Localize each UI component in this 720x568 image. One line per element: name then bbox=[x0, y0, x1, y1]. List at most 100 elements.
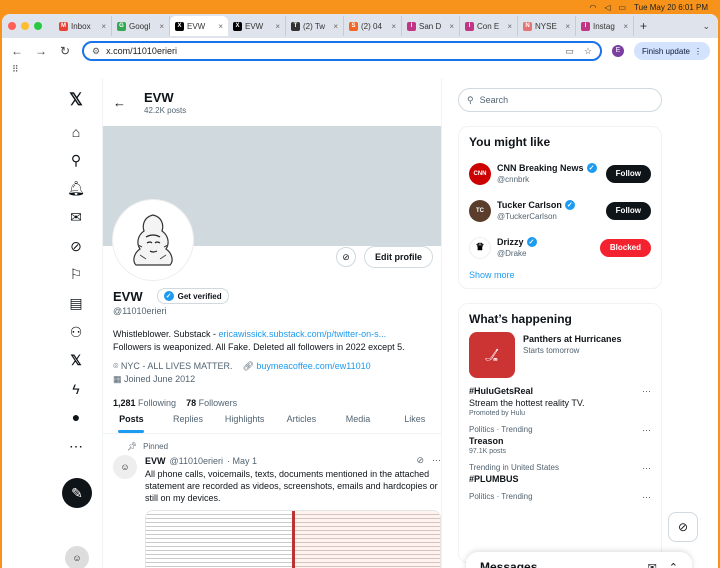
follow-button[interactable]: Follow bbox=[605, 201, 651, 220]
browser-tab[interactable]: X EVW × bbox=[228, 16, 286, 36]
account-avatar[interactable]: ☺ bbox=[65, 546, 89, 568]
volume-icon[interactable]: ◁ bbox=[604, 3, 610, 12]
tab-close-icon[interactable]: × bbox=[159, 22, 164, 31]
verified-orgs-lightning-icon[interactable]: ϟ bbox=[64, 377, 88, 401]
tab-search-icon[interactable]: ⌄ bbox=[702, 21, 710, 32]
profile-avatar[interactable]: E bbox=[611, 45, 624, 57]
profile-website[interactable]: buymeacoffee.com/ew11010 bbox=[256, 361, 370, 371]
tweet-media-document-image[interactable] bbox=[145, 510, 441, 568]
back-button[interactable]: ← bbox=[10, 44, 24, 58]
site-info-icon[interactable]: ⚙ bbox=[92, 46, 100, 57]
messages-drawer[interactable]: Messages ✉ ⌃ bbox=[466, 552, 692, 568]
suggestion-avatar[interactable]: TC bbox=[469, 199, 491, 222]
browser-tab[interactable]: M Inbox × bbox=[54, 16, 112, 36]
profile-tab-likes[interactable]: Likes bbox=[386, 404, 441, 433]
zoom-window-button[interactable] bbox=[34, 22, 42, 30]
edit-profile-button[interactable]: Edit profile bbox=[364, 246, 433, 268]
back-arrow-icon[interactable]: ← bbox=[113, 95, 126, 110]
tweet-author-name[interactable]: EVW bbox=[145, 456, 166, 466]
communities-icon[interactable]: ⚇ bbox=[64, 320, 88, 344]
more-circle-icon[interactable]: ⋯ bbox=[64, 434, 88, 458]
finish-update-button[interactable]: Finish update ⋮ bbox=[633, 42, 710, 60]
pinned-tweet[interactable]: 📌︎ Pinned ☺ EVW @11010erieri · May 1 ⊘ ⋯ bbox=[103, 436, 441, 568]
bookmarks-icon[interactable]: ⚐ bbox=[64, 262, 88, 286]
new-tab-button[interactable]: + bbox=[640, 19, 647, 33]
profile-tab-articles[interactable]: Articles bbox=[273, 404, 330, 433]
tweet-avatar[interactable]: ☺ bbox=[113, 455, 137, 479]
profile-tab-replies[interactable]: Replies bbox=[160, 404, 217, 433]
suggestion-avatar[interactable]: ♛ bbox=[469, 236, 491, 259]
search-input[interactable]: ⚲ Search bbox=[458, 88, 662, 112]
jobs-briefcase-icon[interactable]: ▤ bbox=[64, 291, 88, 315]
trend-more-icon[interactable]: ⋯ bbox=[642, 386, 651, 397]
expand-drawer-icon[interactable]: ⌃ bbox=[669, 561, 678, 568]
tab-close-icon[interactable]: × bbox=[101, 22, 106, 31]
tab-close-icon[interactable]: × bbox=[275, 22, 280, 31]
suggestion-name[interactable]: CNN Breaking News bbox=[497, 163, 584, 173]
x-logo-icon[interactable]: 𝕏 bbox=[64, 88, 88, 112]
tweet-date[interactable]: · May 1 bbox=[227, 456, 257, 466]
browser-tab[interactable]: I San D × bbox=[402, 16, 460, 36]
tab-close-icon[interactable]: × bbox=[218, 22, 223, 31]
profile-tab-highlights[interactable]: Highlights bbox=[216, 404, 273, 433]
browser-tab[interactable]: G Googl × bbox=[112, 16, 170, 36]
tweet-author-handle[interactable]: @11010erieri bbox=[170, 456, 224, 466]
battery-icon[interactable]: ▭ bbox=[618, 3, 626, 12]
grok-floating-button[interactable]: ⊘ bbox=[668, 512, 698, 542]
browser-tab[interactable]: I Instag × bbox=[576, 16, 634, 36]
wifi-icon[interactable]: ◠ bbox=[589, 3, 596, 12]
show-more-link[interactable]: Show more bbox=[469, 270, 651, 280]
featured-event[interactable]: 🏒︎ Panthers at Hurricanes Starts tomorro… bbox=[469, 332, 651, 378]
follow-button[interactable]: Follow bbox=[605, 164, 651, 183]
tab-close-icon[interactable]: × bbox=[391, 22, 396, 31]
trend-more-icon[interactable]: ⋯ bbox=[642, 425, 651, 436]
suggestion-item[interactable]: CNN CNN Breaking News ✓ @cnnbrk Follow bbox=[469, 155, 651, 192]
trend-item[interactable]: #HuluGetsReal Stream the hottest reality … bbox=[469, 386, 651, 417]
grok-profile-button[interactable]: ⊘ bbox=[336, 247, 356, 267]
trend-item[interactable]: Politics · Trending ⋯ bbox=[469, 492, 651, 503]
trend-more-icon[interactable]: ⋯ bbox=[642, 492, 651, 503]
more-options-icon[interactable]: ⋯ bbox=[432, 455, 441, 466]
suggestion-avatar[interactable]: CNN bbox=[469, 162, 491, 185]
cast-icon[interactable]: ▭ bbox=[565, 46, 574, 57]
menubar-datetime[interactable]: Tue May 20 6:01 PM bbox=[634, 3, 708, 12]
premium-x-icon[interactable]: 𝕏 bbox=[64, 348, 88, 372]
close-window-button[interactable] bbox=[8, 22, 16, 30]
get-verified-button[interactable]: ✓ Get verified bbox=[156, 288, 229, 304]
tab-close-icon[interactable]: × bbox=[449, 22, 454, 31]
bio-link[interactable]: ericawissick.substack.com/p/twitter-on-s… bbox=[219, 329, 387, 339]
profile-person-icon[interactable]: ● bbox=[64, 405, 88, 429]
apps-grid-icon[interactable]: ⠿ bbox=[12, 64, 19, 74]
browser-tab[interactable]: I Con E × bbox=[460, 16, 518, 36]
trend-more-icon[interactable]: ⋯ bbox=[642, 463, 651, 474]
minimize-window-button[interactable] bbox=[21, 22, 29, 30]
new-message-icon[interactable]: ✉ bbox=[648, 561, 657, 568]
browser-tab[interactable]: T (2) Tw × bbox=[286, 16, 344, 36]
tab-close-icon[interactable]: × bbox=[333, 22, 338, 31]
browser-tab[interactable]: X EVW × bbox=[170, 16, 228, 36]
forward-button[interactable]: → bbox=[34, 44, 48, 58]
browser-tab[interactable]: N NYSE × bbox=[518, 16, 576, 36]
blocked-button[interactable]: Blocked bbox=[599, 238, 651, 257]
explore-search-icon[interactable]: ⚲ bbox=[64, 148, 88, 172]
suggestion-name[interactable]: Drizzy bbox=[497, 237, 524, 247]
suggestion-item[interactable]: TC Tucker Carlson ✓ @TuckerCarlson Follow bbox=[469, 192, 651, 229]
browser-tab[interactable]: S (2) 04 × bbox=[344, 16, 402, 36]
address-bar[interactable]: ⚙ x.com/11010erieri ▭ ☆ bbox=[82, 41, 602, 61]
messages-envelope-icon[interactable]: ✉ bbox=[64, 205, 88, 229]
suggestion-name[interactable]: Tucker Carlson bbox=[497, 200, 562, 210]
trend-item[interactable]: Politics · Trending Treason 97.1K posts ⋯ bbox=[469, 425, 651, 455]
tab-close-icon[interactable]: × bbox=[507, 22, 512, 31]
tab-close-icon[interactable]: × bbox=[623, 22, 628, 31]
notifications-bell-icon[interactable]: 🔔︎ bbox=[64, 176, 88, 200]
bookmark-star-icon[interactable]: ☆ bbox=[584, 46, 592, 57]
home-icon[interactable]: ⌂ bbox=[64, 120, 88, 144]
grok-icon[interactable]: ⊘ bbox=[64, 234, 88, 258]
profile-tab-media[interactable]: Media bbox=[330, 404, 387, 433]
tab-close-icon[interactable]: × bbox=[565, 22, 570, 31]
suggestion-item[interactable]: ♛ Drizzy ✓ @Drake Blocked bbox=[469, 229, 651, 266]
compose-post-button[interactable]: ✎ bbox=[62, 478, 92, 508]
profile-avatar-large[interactable] bbox=[113, 200, 193, 280]
profile-tab-posts[interactable]: Posts bbox=[103, 404, 160, 433]
trend-item[interactable]: Trending in United States #PLUMBUS ⋯ bbox=[469, 463, 651, 484]
